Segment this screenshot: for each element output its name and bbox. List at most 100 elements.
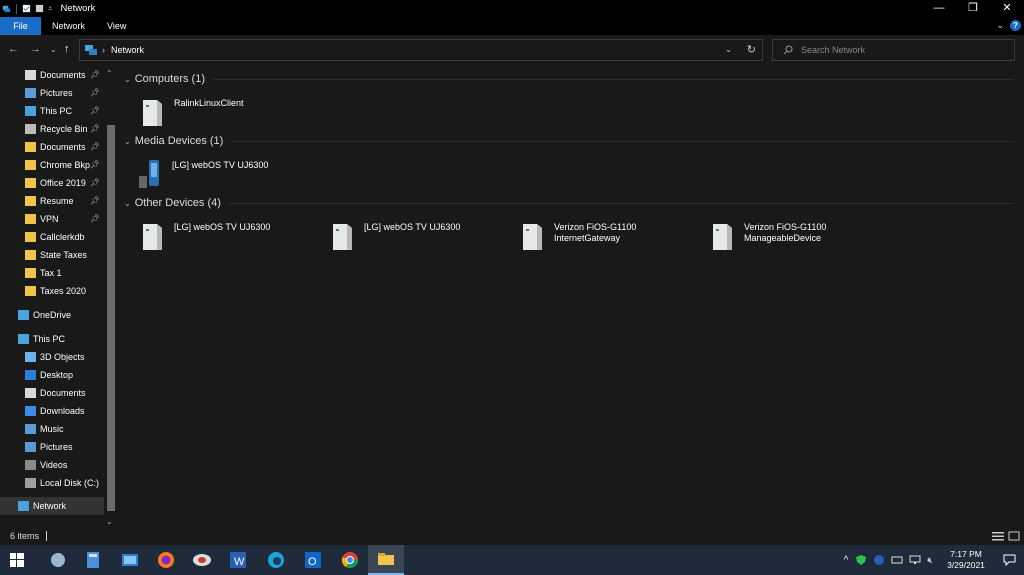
close-button[interactable]: ✕ (990, 0, 1024, 17)
sidebar-item-this-pc-child[interactable]: Desktop (0, 366, 104, 384)
tab-view[interactable]: View (96, 17, 137, 35)
help-icon[interactable]: ? (1010, 20, 1021, 31)
edge-icon[interactable] (258, 545, 294, 575)
system-tray: ^ 🔇︎ 7:17 PM 3/29/2021 (840, 545, 1024, 575)
sidebar-item-quick-access[interactable]: VPN 📌︎ (0, 210, 104, 228)
properties-icon[interactable] (22, 4, 31, 13)
volume-muted-icon[interactable]: 🔇︎ (927, 555, 933, 566)
recent-locations-chevron-icon[interactable]: ⌄ (50, 45, 57, 54)
photos-icon[interactable] (112, 545, 148, 575)
sidebar-item-this-pc[interactable]: This PC (0, 330, 104, 348)
vpn-tray-icon[interactable] (873, 554, 885, 566)
forward-arrow-icon[interactable]: → (30, 43, 41, 55)
show-hidden-icons-chevron-icon[interactable]: ^ (844, 555, 849, 566)
sidebar-item-network[interactable]: Network (0, 497, 104, 515)
nav-item-label: Downloads (40, 406, 85, 416)
search-box[interactable]: Search Network (772, 39, 1015, 61)
device-item[interactable]: [LG] webOS TV UJ6300 (138, 220, 270, 252)
sidebar-item-quick-access[interactable]: Resume 📌︎ (0, 192, 104, 210)
nav-item-label: This PC (40, 106, 73, 116)
firefox-icon[interactable] (148, 545, 184, 575)
collapse-chevron-icon[interactable]: ⌄ (124, 75, 131, 84)
collapse-chevron-icon[interactable]: ⌄ (124, 199, 131, 208)
sidebar-item-this-pc-child[interactable]: Pictures (0, 438, 104, 456)
calculator-icon[interactable] (75, 545, 111, 575)
tab-network[interactable]: Network (41, 17, 96, 35)
quick-access-toolbar: ⩡ (0, 3, 53, 14)
chrome-icon[interactable] (332, 545, 368, 575)
back-arrow-icon[interactable]: ← (8, 43, 19, 55)
sidebar-item-this-pc-child[interactable]: 3D Objects (0, 348, 104, 366)
sidebar-item-quick-access[interactable]: This PC 📌︎ (0, 102, 104, 120)
sidebar-item-this-pc-child[interactable]: Downloads (0, 402, 104, 420)
device-item[interactable]: Verizon FiOS-G1100 ManageableDevice (708, 220, 826, 252)
sidebar-item-quick-access[interactable]: Chrome Bkp 📌︎ (0, 156, 104, 174)
group-header-other-devices[interactable]: ⌄ Other Devices (4) (124, 197, 1014, 209)
sidebar-item-this-pc-child[interactable]: Music (0, 420, 104, 438)
folder-icon (25, 250, 36, 260)
collapse-chevron-icon[interactable]: ⌄ (124, 137, 131, 146)
clock-time: 7:17 PM (950, 549, 982, 559)
maximize-button[interactable]: ❐ (956, 0, 990, 17)
sidebar-item-this-pc-child[interactable]: Videos (0, 456, 104, 474)
breadcrumb-chevron-icon[interactable]: › (102, 45, 105, 55)
large-icons-view-icon[interactable] (1008, 531, 1020, 541)
scroll-down-chevron-icon[interactable]: ⌄ (106, 517, 113, 526)
nav-item-label: Pictures (40, 88, 73, 98)
expand-ribbon-chevron-icon[interactable]: ⌄ (996, 20, 1004, 31)
sidebar-item-quick-access[interactable]: Documents 📌︎ (0, 138, 104, 156)
word-icon[interactable]: W (220, 545, 256, 575)
sidebar-item-quick-access[interactable]: Recycle Bin 📌︎ (0, 120, 104, 138)
group-header-computers[interactable]: ⌄ Computers (1) (124, 73, 1014, 85)
ribbon-tabs: File Network View ⌄ ? (0, 17, 1024, 35)
sidebar-item-quick-access[interactable]: Documents 📌︎ (0, 66, 104, 84)
group-header-media-devices[interactable]: ⌄ Media Devices (1) (124, 135, 1014, 147)
address-dropdown-chevron-icon[interactable]: ⌄ (725, 45, 732, 54)
file-explorer-icon[interactable] (368, 545, 404, 575)
network-icon (18, 501, 29, 511)
nav-item-label: Recycle Bin (40, 124, 88, 134)
sidebar-item-quick-access[interactable]: Pictures 📌︎ (0, 84, 104, 102)
sidebar-item-onedrive[interactable]: OneDrive (0, 306, 104, 324)
scroll-up-chevron-icon[interactable]: ⌃ (106, 69, 113, 78)
security-shield-icon[interactable] (855, 554, 867, 566)
minimize-button[interactable]: — (922, 0, 956, 17)
outlook-icon[interactable]: O (295, 545, 331, 575)
device-item[interactable]: Verizon FiOS-G1100 InternetGateway (518, 220, 636, 252)
network-tray-icon[interactable] (909, 554, 921, 566)
search-input[interactable]: Search Network (801, 45, 865, 55)
sidebar-item-quick-access[interactable]: Callclerkdb (0, 228, 104, 246)
sidebar-item-quick-access[interactable]: Tax 1 (0, 264, 104, 282)
tab-file[interactable]: File (0, 17, 41, 35)
action-center-icon[interactable] (994, 554, 1024, 566)
device-item[interactable]: RalinkLinuxClient (138, 96, 244, 128)
divider (228, 202, 1014, 204)
nav-item-label: Videos (40, 460, 68, 470)
sidebar-item-quick-access[interactable]: Office 2019 📌︎ (0, 174, 104, 192)
network-icon (85, 45, 97, 55)
up-arrow-icon[interactable]: ↑ (64, 43, 70, 55)
window-controls: — ❐ ✕ (922, 0, 1024, 17)
3d-objects-icon (25, 352, 36, 362)
refresh-icon[interactable]: ↻ (747, 43, 756, 56)
sidebar-item-quick-access[interactable]: Taxes 2020 (0, 282, 104, 300)
videos-icon (25, 460, 36, 470)
cortana-icon[interactable] (40, 545, 76, 575)
new-folder-icon[interactable] (35, 4, 44, 13)
sidebar-item-this-pc-child[interactable]: Local Disk (C:) (0, 474, 104, 492)
sidebar-item-this-pc-child[interactable]: Documents (0, 384, 104, 402)
nav-item-label: Documents (40, 388, 86, 398)
nav-scrollbar-thumb[interactable] (107, 125, 115, 511)
clock-date: 3/29/2021 (947, 560, 985, 570)
keyboard-icon[interactable] (891, 554, 903, 566)
device-item[interactable]: [LG] webOS TV UJ6300 (328, 220, 460, 252)
address-bar[interactable]: › Network ⌄ ↻ (79, 39, 763, 61)
vpn-icon[interactable] (184, 545, 220, 575)
device-item[interactable]: [LG] webOS TV UJ6300 (136, 158, 268, 190)
clock[interactable]: 7:17 PM 3/29/2021 (938, 549, 994, 571)
windows-start-icon[interactable] (10, 553, 24, 567)
breadcrumb[interactable]: Network (111, 45, 144, 55)
details-view-icon[interactable] (992, 531, 1004, 541)
customize-toolbar-icon[interactable]: ⩡ (48, 4, 53, 14)
sidebar-item-quick-access[interactable]: State Taxes (0, 246, 104, 264)
